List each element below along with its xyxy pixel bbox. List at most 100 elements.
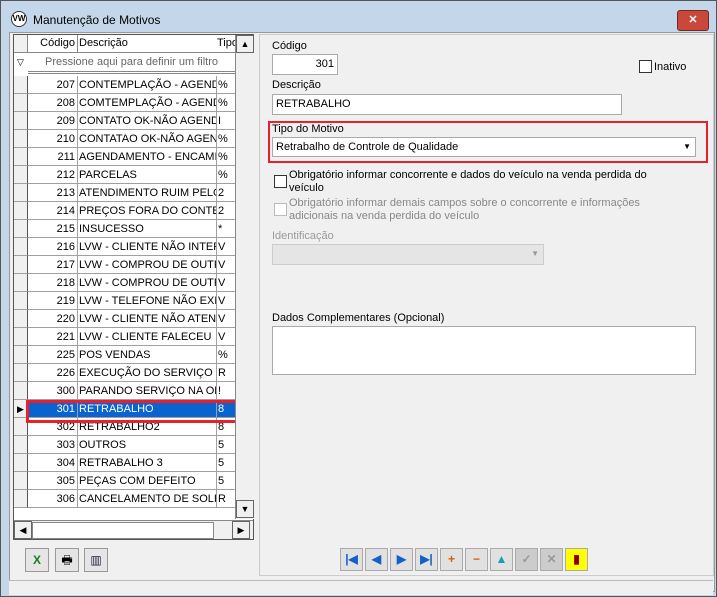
table-row[interactable]: 300PARANDO SERVIÇO NA OFICINA! (14, 382, 236, 400)
table-row[interactable]: 305 PEÇAS COM DEFEITO 5 (14, 472, 236, 490)
cell-codigo[interactable]: 215 (28, 220, 78, 238)
cell-codigo[interactable]: 221 (28, 328, 78, 346)
row-indicator[interactable] (14, 94, 28, 112)
cell-tipo[interactable]: V (217, 328, 236, 346)
cell-codigo[interactable]: 305 (28, 472, 78, 490)
cell-descricao[interactable]: PARCELAS (78, 166, 217, 184)
cell-codigo[interactable]: 211 (28, 148, 78, 166)
table-row[interactable]: 218 LVW - COMPROU DE OUTRA V (14, 274, 236, 292)
row-indicator[interactable] (14, 490, 28, 508)
cell-codigo[interactable]: 303 (28, 436, 78, 454)
row-indicator[interactable] (14, 382, 28, 400)
cell-tipo[interactable]: % (217, 76, 236, 94)
excel-export-icon[interactable]: X (25, 548, 49, 572)
obrig1-checkbox[interactable] (274, 175, 287, 188)
cell-tipo[interactable]: 2 (217, 202, 236, 220)
cell-tipo[interactable]: 5 (217, 436, 236, 454)
row-indicator[interactable] (14, 130, 28, 148)
delete-record-button[interactable]: − (465, 548, 488, 571)
cell-descricao[interactable]: POS VENDAS (78, 346, 217, 364)
cell-descricao[interactable]: CANCELAMENTO DE SOLICITAÇÃO (78, 490, 217, 508)
scroll-right-button[interactable]: ▶ (232, 521, 250, 539)
cell-codigo[interactable]: 304 (28, 454, 78, 472)
cell-codigo[interactable]: 209 (28, 112, 78, 130)
close-button[interactable]: ✕ (677, 10, 709, 31)
add-record-button[interactable]: + (440, 548, 463, 571)
print-icon[interactable]: 🖶 (55, 548, 79, 572)
cell-tipo[interactable]: % (217, 148, 236, 166)
table-row[interactable]: 225 POS VENDAS% (14, 346, 236, 364)
cell-codigo[interactable]: 210 (28, 130, 78, 148)
cell-descricao[interactable]: EXECUÇÃO DO SERVIÇO EM (78, 364, 217, 382)
scroll-thumb[interactable] (32, 522, 214, 539)
cell-descricao[interactable]: AGENDAMENTO - ENCAMINHADO (78, 148, 217, 166)
cell-codigo[interactable]: 219 (28, 292, 78, 310)
row-indicator[interactable] (14, 346, 28, 364)
header-codigo[interactable]: Código (28, 35, 78, 53)
cell-codigo[interactable]: 300 (28, 382, 78, 400)
cell-descricao[interactable]: LVW - COMPROU DE OUTRA (78, 274, 217, 292)
row-indicator[interactable] (14, 292, 28, 310)
cell-codigo[interactable]: 218 (28, 274, 78, 292)
cell-codigo[interactable]: 207 (28, 76, 78, 94)
table-row[interactable]: 306CANCELAMENTO DE SOLICITAÇÃOR (14, 490, 236, 508)
descricao-input[interactable]: RETRABALHO (272, 94, 622, 115)
table-row[interactable]: 212 PARCELAS% (14, 166, 236, 184)
cell-codigo[interactable]: 225 (28, 346, 78, 364)
cell-descricao[interactable]: LVW - CLIENTE NÃO ATENDE (78, 310, 217, 328)
dados-textarea[interactable] (272, 326, 696, 375)
scroll-up-button[interactable]: ▲ (236, 35, 254, 53)
cell-descricao[interactable]: RETRABALHO 3 (78, 454, 217, 472)
table-row[interactable]: 217 LVW - COMPROU DE OUTRA V (14, 256, 236, 274)
cell-tipo[interactable]: V (217, 292, 236, 310)
cell-codigo[interactable]: 226 (28, 364, 78, 382)
cell-codigo[interactable]: 216 (28, 238, 78, 256)
table-row[interactable]: 226 EXECUÇÃO DO SERVIÇO EM R (14, 364, 236, 382)
previous-record-button[interactable]: ◀ (365, 548, 388, 571)
filter-row[interactable]: Pressione aqui para definir um filtro (28, 53, 235, 74)
row-indicator[interactable] (14, 148, 28, 166)
last-record-button[interactable]: ▶| (415, 548, 438, 571)
header-tipo[interactable]: Tipo (217, 35, 236, 53)
row-indicator[interactable] (14, 310, 28, 328)
table-row[interactable]: 304 RETRABALHO 35 (14, 454, 236, 472)
cell-descricao[interactable]: OUTROS (78, 436, 217, 454)
table-row[interactable]: 211AGENDAMENTO - ENCAMINHADO% (14, 148, 236, 166)
table-row[interactable]: 216LVW - CLIENTE NÃO INTERESSADOV (14, 238, 236, 256)
header-descricao[interactable]: Descrição (78, 35, 218, 53)
cell-descricao[interactable]: PREÇOS FORA DO CONTEXTO (78, 202, 217, 220)
scroll-left-button[interactable]: ◀ (14, 521, 32, 539)
cell-codigo[interactable]: 220 (28, 310, 78, 328)
inativo-checkbox[interactable] (639, 60, 652, 73)
row-indicator[interactable] (14, 256, 28, 274)
cell-descricao[interactable]: CONTATO OK-NÃO AGENDADO (78, 112, 217, 130)
cell-descricao[interactable]: LVW - CLIENTE FALECEU (78, 328, 217, 346)
cell-tipo[interactable]: % (217, 346, 236, 364)
scroll-down-button[interactable]: ▼ (236, 500, 254, 518)
cell-descricao[interactable]: PEÇAS COM DEFEITO (78, 472, 217, 490)
cell-codigo[interactable]: 212 (28, 166, 78, 184)
table-row[interactable]: 213ATENDIMENTO RUIM PELO VENDEDOR2 (14, 184, 236, 202)
table-row[interactable]: 215 INSUCESSO * (14, 220, 236, 238)
cell-tipo[interactable]: 5 (217, 454, 236, 472)
exit-door-icon[interactable]: ▮ (565, 548, 588, 571)
row-indicator[interactable] (14, 436, 28, 454)
table-row[interactable]: 221 LVW - CLIENTE FALECEU V (14, 328, 236, 346)
table-row[interactable]: 208COMTEMPLAÇÃO - AGENDAMENTO% (14, 94, 236, 112)
row-indicator[interactable] (14, 328, 28, 346)
table-row[interactable]: 209CONTATO OK-NÃO AGENDADOI (14, 112, 236, 130)
cell-tipo[interactable]: 5 (217, 472, 236, 490)
row-indicator[interactable] (14, 220, 28, 238)
codigo-input[interactable]: 301 (272, 54, 338, 75)
barcode-icon[interactable]: ▥ (84, 548, 108, 572)
table-row[interactable]: 303 OUTROS 5 (14, 436, 236, 454)
row-indicator[interactable] (14, 184, 28, 202)
horizontal-scrollbar[interactable]: ◀ ▶ (14, 520, 253, 539)
table-row[interactable]: 210CONTATAO OK-NÃO AGENDADO% (14, 130, 236, 148)
cell-tipo[interactable]: * (217, 220, 236, 238)
cell-descricao[interactable]: LVW - TELEFONE NÃO EXISTE (78, 292, 217, 310)
table-row[interactable]: 207CONTEMPLAÇÃO - AGENDAMENTO% (14, 76, 236, 94)
cell-tipo[interactable]: % (217, 166, 236, 184)
edit-record-button[interactable]: ▲ (490, 548, 513, 571)
cell-tipo[interactable]: V (217, 238, 236, 256)
